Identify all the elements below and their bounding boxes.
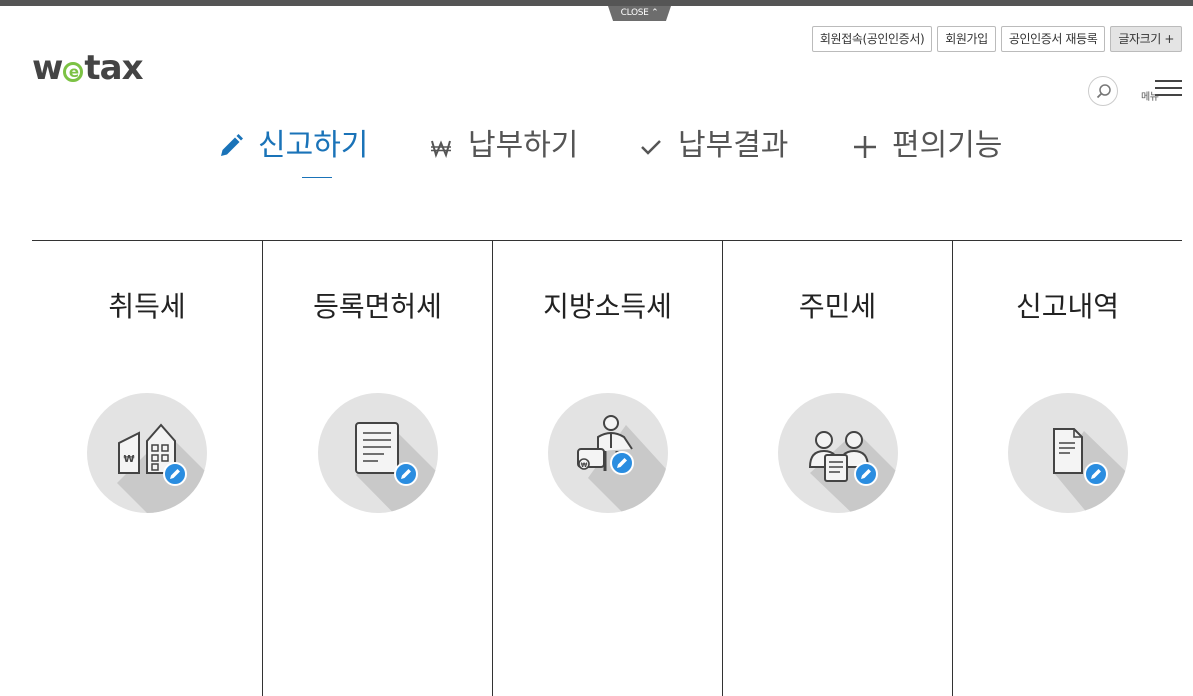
nav-payment-result[interactable]: 납부결과: [636, 126, 788, 166]
businessman-icon: ₩: [548, 393, 668, 513]
font-size-button[interactable]: 글자크기 +: [1110, 26, 1182, 52]
category-title: 등록면허세: [313, 290, 442, 323]
search-button[interactable]: [1088, 76, 1118, 106]
document-icon: [318, 393, 438, 513]
menu-button[interactable]: 메뉴: [1140, 80, 1184, 103]
category-acquisition-tax[interactable]: 취득세 ₩: [32, 241, 262, 696]
category-resident-tax[interactable]: 주민세: [722, 241, 952, 696]
check-icon: [636, 131, 666, 161]
pen-badge-icon: [394, 462, 418, 486]
logo-e-circle-icon: e: [63, 62, 84, 82]
category-title: 주민세: [798, 290, 877, 323]
logo-text-w: w: [32, 48, 63, 88]
close-tab-label: CLOSE: [620, 8, 649, 18]
pen-badge-icon: [1084, 462, 1108, 486]
utility-buttons: 회원접속(공인인증서) 회원가입 공인인증서 재등록 글자크기 +: [811, 26, 1182, 52]
won-icon: [426, 131, 456, 161]
close-tab-button[interactable]: CLOSE ⌃: [608, 6, 671, 21]
category-title: 취득세: [108, 290, 186, 323]
logo-text-tax: tax: [84, 48, 143, 88]
hamburger-icon: [1155, 80, 1182, 101]
cert-reregister-button[interactable]: 공인인증서 재등록: [1000, 26, 1106, 52]
nav-report-label: 신고하기: [258, 128, 369, 163]
search-icon: [1096, 84, 1111, 99]
category-report-history[interactable]: 신고내역: [952, 241, 1182, 696]
nav-convenience-label: 편의기능: [892, 128, 1003, 163]
people-icon: [778, 393, 898, 513]
category-registration-license-tax[interactable]: 등록면허세: [262, 241, 492, 696]
pen-badge-icon: [610, 451, 634, 475]
top-bar: [0, 0, 1193, 6]
report-category-panel: 취득세 ₩ 등록면허세 지방소득세 ₩ 주민세 신고내역: [32, 240, 1182, 696]
file-icon: [1008, 393, 1128, 513]
member-login-button[interactable]: 회원접속(공인인증서): [811, 26, 933, 52]
wetax-logo[interactable]: w e tax: [32, 48, 144, 88]
svg-text:₩: ₩: [123, 454, 134, 465]
chevron-up-icon: ⌃: [651, 8, 659, 18]
nav-payment[interactable]: 납부하기: [426, 126, 578, 166]
nav-convenience[interactable]: 편의기능: [850, 126, 1002, 166]
plus-icon: [850, 131, 880, 161]
building-won-icon: ₩: [87, 393, 207, 513]
menu-label: 메뉴: [1141, 92, 1159, 103]
pencil-icon: [216, 131, 246, 161]
signup-button[interactable]: 회원가입: [937, 26, 996, 52]
category-title: 신고내역: [1015, 290, 1120, 323]
pen-badge-icon: [163, 462, 187, 486]
main-navigation: 신고하기 납부하기 납부결과 편의기능: [0, 126, 1193, 186]
nav-payment-label: 납부하기: [468, 128, 579, 163]
nav-report[interactable]: 신고하기: [216, 126, 368, 166]
svg-text:₩: ₩: [581, 462, 588, 469]
pen-badge-icon: [854, 462, 878, 486]
category-local-income-tax[interactable]: 지방소득세 ₩: [492, 241, 722, 696]
category-title: 지방소득세: [543, 290, 672, 323]
active-nav-underline: [302, 177, 332, 178]
nav-payment-result-label: 납부결과: [678, 128, 789, 163]
